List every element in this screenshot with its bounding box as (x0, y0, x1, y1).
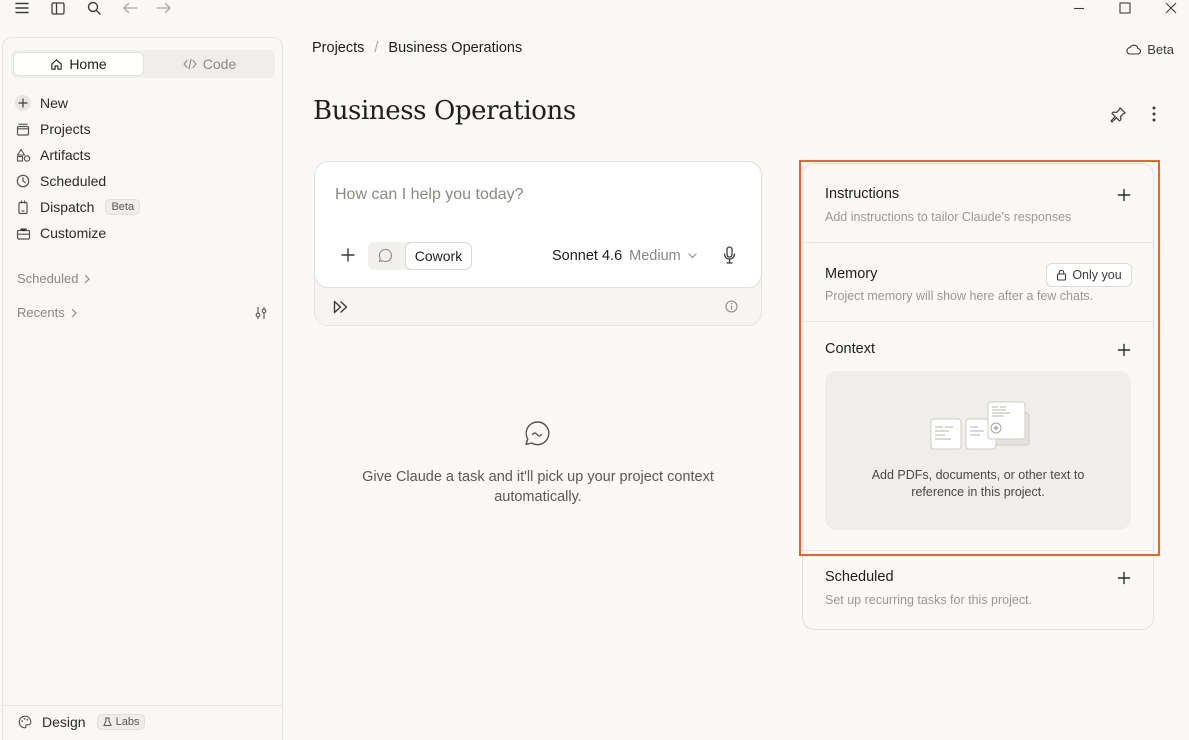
panel-divider (803, 242, 1153, 243)
context-dropzone[interactable]: Add PDFs, documents, or other text to re… (825, 371, 1131, 530)
sidebar-footer-divider (3, 705, 282, 706)
beta-indicator[interactable]: Beta (1126, 42, 1174, 57)
cloud-icon (1126, 44, 1142, 55)
flask-icon (102, 717, 112, 727)
palette-icon (17, 714, 33, 730)
sidebar-item-design[interactable]: Design Labs (17, 714, 146, 730)
minimize-icon[interactable] (1070, 0, 1088, 16)
add-context-button[interactable] (1117, 343, 1133, 359)
panel-divider (803, 550, 1153, 551)
mode-tabs: Home Code (11, 50, 275, 78)
scheduled-section-label: Scheduled (17, 271, 79, 286)
sidebar-item-scheduled[interactable]: Scheduled (15, 169, 106, 193)
forward-arrow-icon[interactable] (155, 0, 173, 16)
recents-section-header[interactable]: Recents (17, 305, 78, 320)
sidebar-item-artifacts[interactable]: Artifacts (15, 143, 91, 167)
model-selector[interactable]: Sonnet 4.6 Medium (552, 248, 697, 264)
search-icon[interactable] (85, 0, 103, 16)
folder-icon (15, 121, 31, 137)
title-bar (0, 0, 1189, 18)
add-attachment-button[interactable] (339, 246, 357, 264)
chat-sparkle-icon (524, 420, 551, 447)
close-icon[interactable] (1162, 0, 1180, 16)
context-title: Context (825, 341, 875, 357)
panel-divider (803, 321, 1153, 322)
sidebar-item-label: Dispatch (40, 199, 95, 215)
page-title: Business Operations (313, 96, 576, 126)
phone-icon (15, 199, 31, 215)
documents-illustration-icon (929, 399, 1031, 451)
scheduled-title: Scheduled (825, 569, 894, 585)
recents-section-label: Recents (17, 305, 65, 320)
chat-bubble-icon[interactable] (378, 248, 393, 263)
chevron-right-icon (71, 308, 78, 318)
add-scheduled-button[interactable] (1117, 571, 1133, 587)
chevron-down-icon (688, 253, 697, 259)
prompt-input[interactable]: How can I help you today? (335, 186, 524, 204)
back-arrow-icon[interactable] (121, 0, 139, 16)
sidebar-item-label: New (40, 95, 69, 111)
info-icon[interactable] (725, 300, 738, 313)
pin-icon[interactable] (1108, 104, 1128, 124)
memory-title: Memory (825, 266, 878, 282)
plus-icon (15, 95, 31, 111)
sidebar-item-dispatch[interactable]: Dispatch Beta (15, 195, 141, 219)
more-options-icon[interactable] (1144, 104, 1164, 124)
breadcrumb: Projects / Business Operations (312, 40, 522, 56)
briefcase-icon (15, 225, 31, 241)
breadcrumb-separator: / (374, 40, 379, 56)
labs-badge-label: Labs (115, 716, 140, 728)
microphone-icon[interactable] (723, 246, 736, 264)
sidebar: Home Code New Projects Artifacts Schedul… (2, 37, 283, 740)
mode-toggle: Cowork (368, 242, 472, 270)
add-instructions-button[interactable] (1117, 188, 1133, 204)
sidebar-item-customize[interactable]: Customize (15, 221, 106, 245)
sidebar-item-label: Scheduled (40, 173, 107, 189)
model-name: Sonnet 4.6 (552, 248, 623, 264)
filter-sliders-icon[interactable] (254, 306, 268, 320)
breadcrumb-current: Business Operations (388, 40, 523, 56)
clock-icon (15, 173, 31, 189)
tab-home-label: Home (69, 56, 107, 72)
code-icon (183, 58, 197, 70)
scheduled-subtitle: Set up recurring tasks for this project. (825, 593, 1033, 607)
fast-forward-icon[interactable] (333, 300, 349, 314)
effort-level: Medium (629, 248, 681, 264)
labs-badge: Labs (96, 714, 146, 730)
tab-code-label: Code (202, 56, 237, 72)
shapes-icon (15, 147, 31, 163)
chevron-right-icon (84, 274, 91, 284)
beta-label: Beta (1147, 42, 1174, 57)
composer: How can I help you today? Cowork Sonnet … (314, 161, 762, 288)
sidebar-item-new[interactable]: New (15, 91, 68, 115)
sidebar-item-label: Design (42, 714, 86, 730)
tab-code[interactable]: Code (144, 52, 275, 76)
memory-visibility-button[interactable]: Only you (1046, 263, 1132, 287)
lock-icon (1056, 269, 1067, 281)
cowork-button[interactable]: Cowork (405, 242, 472, 270)
instructions-subtitle: Add instructions to tailor Claude's resp… (825, 210, 1072, 224)
home-icon (50, 58, 63, 71)
empty-state-text: Give Claude a task and it'll pick up you… (362, 469, 714, 505)
sidebar-item-projects[interactable]: Projects (15, 117, 91, 141)
instructions-title: Instructions (825, 186, 900, 202)
memory-visibility-label: Only you (1072, 268, 1122, 282)
maximize-icon[interactable] (1116, 0, 1134, 16)
sidebar-item-label: Customize (40, 225, 107, 241)
project-panel: Instructions Add instructions to tailor … (802, 163, 1154, 630)
breadcrumb-projects[interactable]: Projects (312, 40, 364, 56)
tab-home[interactable]: Home (13, 52, 144, 76)
scheduled-section-header[interactable]: Scheduled (17, 271, 91, 286)
composer-container: How can I help you today? Cowork Sonnet … (314, 161, 762, 326)
beta-badge: Beta (105, 199, 141, 215)
menu-icon[interactable] (13, 0, 31, 16)
sidebar-item-label: Artifacts (40, 147, 91, 163)
memory-subtitle: Project memory will show here after a fe… (825, 289, 1094, 303)
sidebar-toggle-icon[interactable] (49, 0, 67, 16)
context-description: Add PDFs, documents, or other text to re… (871, 468, 1085, 499)
sidebar-item-label: Projects (40, 121, 91, 137)
